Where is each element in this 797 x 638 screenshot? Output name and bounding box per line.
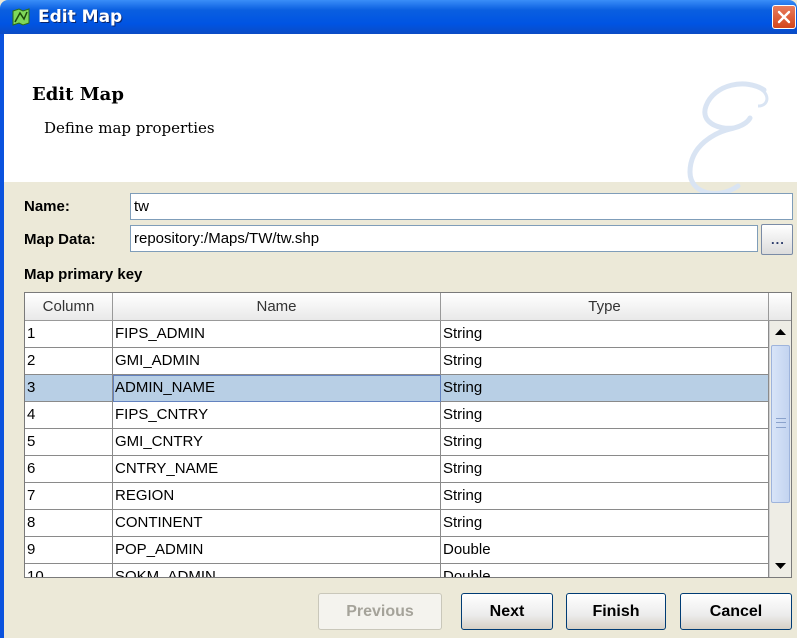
table-row[interactable]: 5 GMI_CNTRY String: [25, 429, 769, 456]
browse-button[interactable]: ...: [761, 224, 793, 255]
cell-type[interactable]: String: [441, 429, 769, 456]
column-header-column[interactable]: Column: [25, 293, 113, 321]
cell-type[interactable]: Double: [441, 564, 769, 577]
arrow-up-icon: [775, 329, 786, 335]
cell-type[interactable]: String: [441, 375, 769, 402]
scroll-down-button[interactable]: [770, 555, 791, 577]
cell-name[interactable]: ADMIN_NAME: [113, 375, 441, 402]
cell-name[interactable]: REGION: [113, 483, 441, 510]
cell-type[interactable]: String: [441, 348, 769, 375]
table-row[interactable]: 6 CNTRY_NAME String: [25, 456, 769, 483]
primary-key-section-label: Map primary key: [24, 266, 143, 283]
window-title: Edit Map: [38, 7, 123, 27]
map-icon: [12, 8, 30, 26]
table-row[interactable]: 1 FIPS_ADMIN String: [25, 321, 769, 348]
cell-column[interactable]: 4: [25, 402, 113, 429]
close-button[interactable]: [772, 5, 796, 29]
column-header-type[interactable]: Type: [441, 293, 769, 321]
grip-icon: [776, 418, 786, 428]
table-row[interactable]: 4 FIPS_CNTRY String: [25, 402, 769, 429]
watermark-e-icon: [687, 81, 769, 196]
header-title: Edit Map: [32, 84, 124, 105]
cell-column[interactable]: 6: [25, 456, 113, 483]
arrow-down-icon: [775, 563, 786, 569]
table-row[interactable]: 9 POP_ADMIN Double: [25, 537, 769, 564]
cell-name[interactable]: CNTRY_NAME: [113, 456, 441, 483]
next-button[interactable]: Next: [461, 593, 553, 630]
wizard-header: Edit Map Define map properties: [4, 34, 797, 196]
cell-column[interactable]: 7: [25, 483, 113, 510]
close-icon: [777, 10, 791, 24]
edit-map-dialog: Edit Map Edit Map Define map properties …: [0, 0, 797, 638]
cell-name[interactable]: FIPS_ADMIN: [113, 321, 441, 348]
cell-column[interactable]: 8: [25, 510, 113, 537]
name-label: Name:: [24, 198, 70, 215]
cell-type[interactable]: String: [441, 402, 769, 429]
cell-column[interactable]: 2: [25, 348, 113, 375]
browse-label: ...: [771, 232, 785, 247]
cancel-button[interactable]: Cancel: [680, 593, 792, 630]
cell-name[interactable]: GMI_CNTRY: [113, 429, 441, 456]
map-data-label: Map Data:: [24, 231, 96, 248]
cell-type[interactable]: String: [441, 456, 769, 483]
cell-column[interactable]: 10: [25, 564, 113, 577]
finish-button[interactable]: Finish: [566, 593, 666, 630]
table-row[interactable]: 3 ADMIN_NAME String: [25, 375, 769, 402]
vertical-scrollbar[interactable]: [769, 321, 791, 577]
cell-column[interactable]: 1: [25, 321, 113, 348]
table-row[interactable]: 10 SQKM_ADMIN Double: [25, 564, 769, 577]
cell-name[interactable]: SQKM_ADMIN: [113, 564, 441, 577]
cell-type[interactable]: Double: [441, 537, 769, 564]
cell-column[interactable]: 5: [25, 429, 113, 456]
title-bar[interactable]: Edit Map: [0, 0, 797, 34]
table-row[interactable]: 2 GMI_ADMIN String: [25, 348, 769, 375]
cell-name[interactable]: CONTINENT: [113, 510, 441, 537]
cell-name[interactable]: POP_ADMIN: [113, 537, 441, 564]
cell-type[interactable]: String: [441, 321, 769, 348]
cell-column[interactable]: 9: [25, 537, 113, 564]
table-row[interactable]: 7 REGION String: [25, 483, 769, 510]
name-field[interactable]: tw: [130, 193, 793, 220]
column-header-name[interactable]: Name: [113, 293, 441, 321]
cell-name[interactable]: FIPS_CNTRY: [113, 402, 441, 429]
table-row[interactable]: 8 CONTINENT String: [25, 510, 769, 537]
scroll-up-button[interactable]: [770, 321, 791, 343]
previous-button[interactable]: Previous: [318, 593, 442, 630]
cell-name[interactable]: GMI_ADMIN: [113, 348, 441, 375]
primary-key-table: Column Name Type 1 FIPS_ADMIN String 2 GMI_A…: [24, 292, 792, 578]
header-subtitle: Define map properties: [44, 119, 215, 137]
table-body: 1 FIPS_ADMIN String 2 GMI_ADMIN String 3 ADMIN_…: [25, 321, 769, 577]
map-data-field[interactable]: repository:/Maps/TW/tw.shp: [130, 225, 758, 252]
table-header: Column Name Type: [25, 293, 769, 321]
cell-column[interactable]: 3: [25, 375, 113, 402]
scroll-thumb[interactable]: [771, 345, 790, 503]
cell-type[interactable]: String: [441, 510, 769, 537]
cell-type[interactable]: String: [441, 483, 769, 510]
table-corner: [769, 293, 791, 321]
